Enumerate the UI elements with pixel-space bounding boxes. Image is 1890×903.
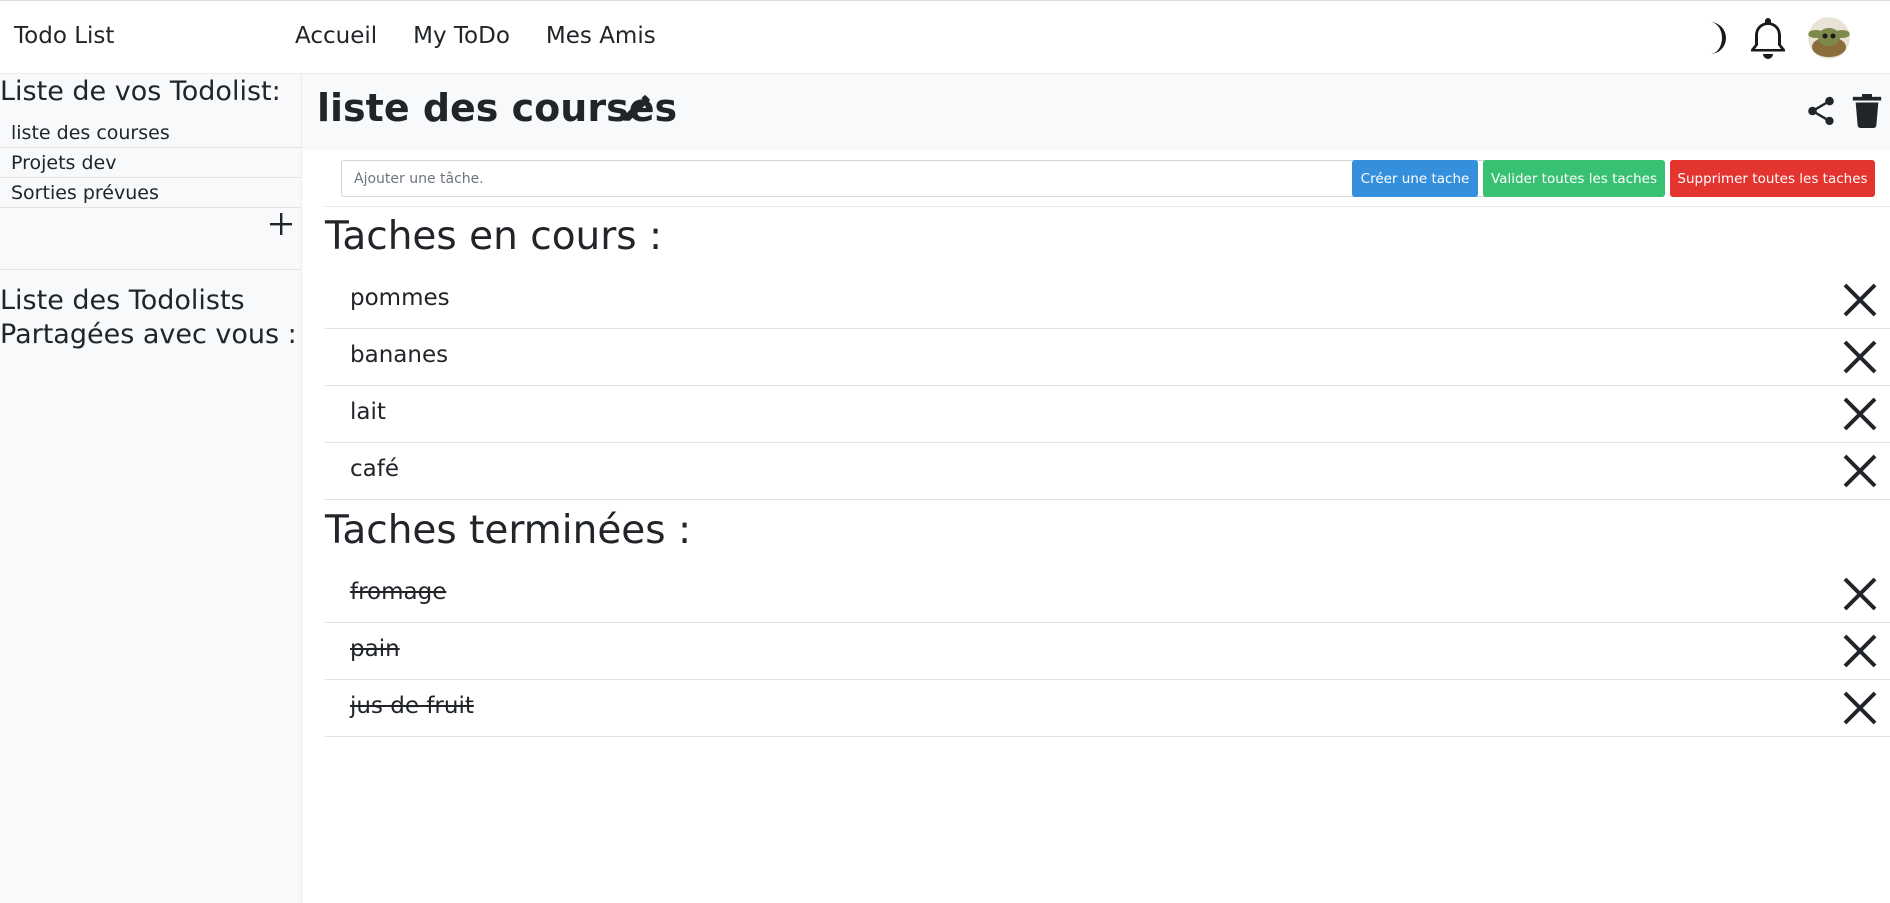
sidebar-item-projets-dev[interactable]: Projets dev [0, 148, 302, 178]
close-icon[interactable] [1840, 280, 1880, 320]
nav-link-my-todo[interactable]: My ToDo [413, 23, 510, 49]
trash-icon[interactable] [1852, 94, 1882, 132]
sidebar-divider [0, 269, 302, 270]
task-row: pain [325, 623, 1890, 680]
pencil-icon[interactable] [620, 91, 654, 129]
close-icon[interactable] [1840, 631, 1880, 671]
create-task-button[interactable]: Créer une tache [1352, 160, 1478, 197]
sidebar-title: Liste de vos Todolist: [0, 76, 281, 107]
close-icon[interactable] [1840, 394, 1880, 434]
nav-link-accueil[interactable]: Accueil [295, 23, 377, 49]
task-label[interactable]: pain [350, 636, 400, 662]
done-list: fromage pain jus de fruit [325, 566, 1890, 737]
task-label[interactable]: lait [350, 399, 386, 425]
task-label[interactable]: pommes [350, 285, 450, 311]
task-row: lait [325, 386, 1890, 443]
bell-icon[interactable] [1748, 14, 1788, 62]
task-row: bananes [325, 329, 1890, 386]
task-row: pommes [325, 272, 1890, 329]
top-navbar: Todo List Accueil My ToDo Mes Amis [0, 0, 1890, 74]
delete-all-button[interactable]: Supprimer toutes les taches [1670, 160, 1875, 197]
task-label[interactable]: bananes [350, 342, 448, 368]
task-label[interactable]: café [350, 456, 399, 482]
main-content: Créer une tache Valider toutes les tache… [302, 150, 1890, 903]
validate-all-button[interactable]: Valider toutes les taches [1483, 160, 1665, 197]
in-progress-list: pommes bananes lait café [325, 272, 1890, 500]
done-title: Taches terminées : [325, 508, 692, 553]
moon-icon[interactable] [1698, 18, 1728, 58]
todolist-list: liste des courses Projets dev Sorties pr… [0, 118, 302, 208]
sidebar: Liste de vos Todolist: liste des courses… [0, 74, 302, 903]
in-progress-title: Taches en cours : [325, 214, 663, 259]
share-icon[interactable] [1804, 94, 1838, 132]
close-icon[interactable] [1840, 451, 1880, 491]
nav-icons [1698, 14, 1850, 62]
avatar[interactable] [1808, 17, 1850, 59]
close-icon[interactable] [1840, 688, 1880, 728]
task-label[interactable]: jus de fruit [350, 693, 474, 719]
brand-title[interactable]: Todo List [14, 23, 114, 49]
task-row: fromage [325, 566, 1890, 623]
divider [325, 206, 1890, 207]
plus-icon[interactable] [266, 209, 296, 239]
close-icon[interactable] [1840, 337, 1880, 377]
shared-lists-title: Liste des Todolists Partagées avec vous … [0, 284, 297, 352]
list-header: liste des courses [302, 74, 1890, 150]
sidebar-item-sorties-prevues[interactable]: Sorties prévues [0, 178, 302, 208]
sidebar-item-liste-des-courses[interactable]: liste des courses [0, 118, 302, 148]
task-row: café [325, 443, 1890, 500]
task-row: jus de fruit [325, 680, 1890, 737]
nav-link-mes-amis[interactable]: Mes Amis [546, 23, 656, 49]
nav-links: Accueil My ToDo Mes Amis [295, 23, 656, 49]
shared-title-line2: Partagées avec vous : [0, 319, 297, 350]
close-icon[interactable] [1840, 574, 1880, 614]
task-label[interactable]: fromage [350, 579, 446, 605]
shared-title-line1: Liste des Todolists [0, 285, 245, 316]
